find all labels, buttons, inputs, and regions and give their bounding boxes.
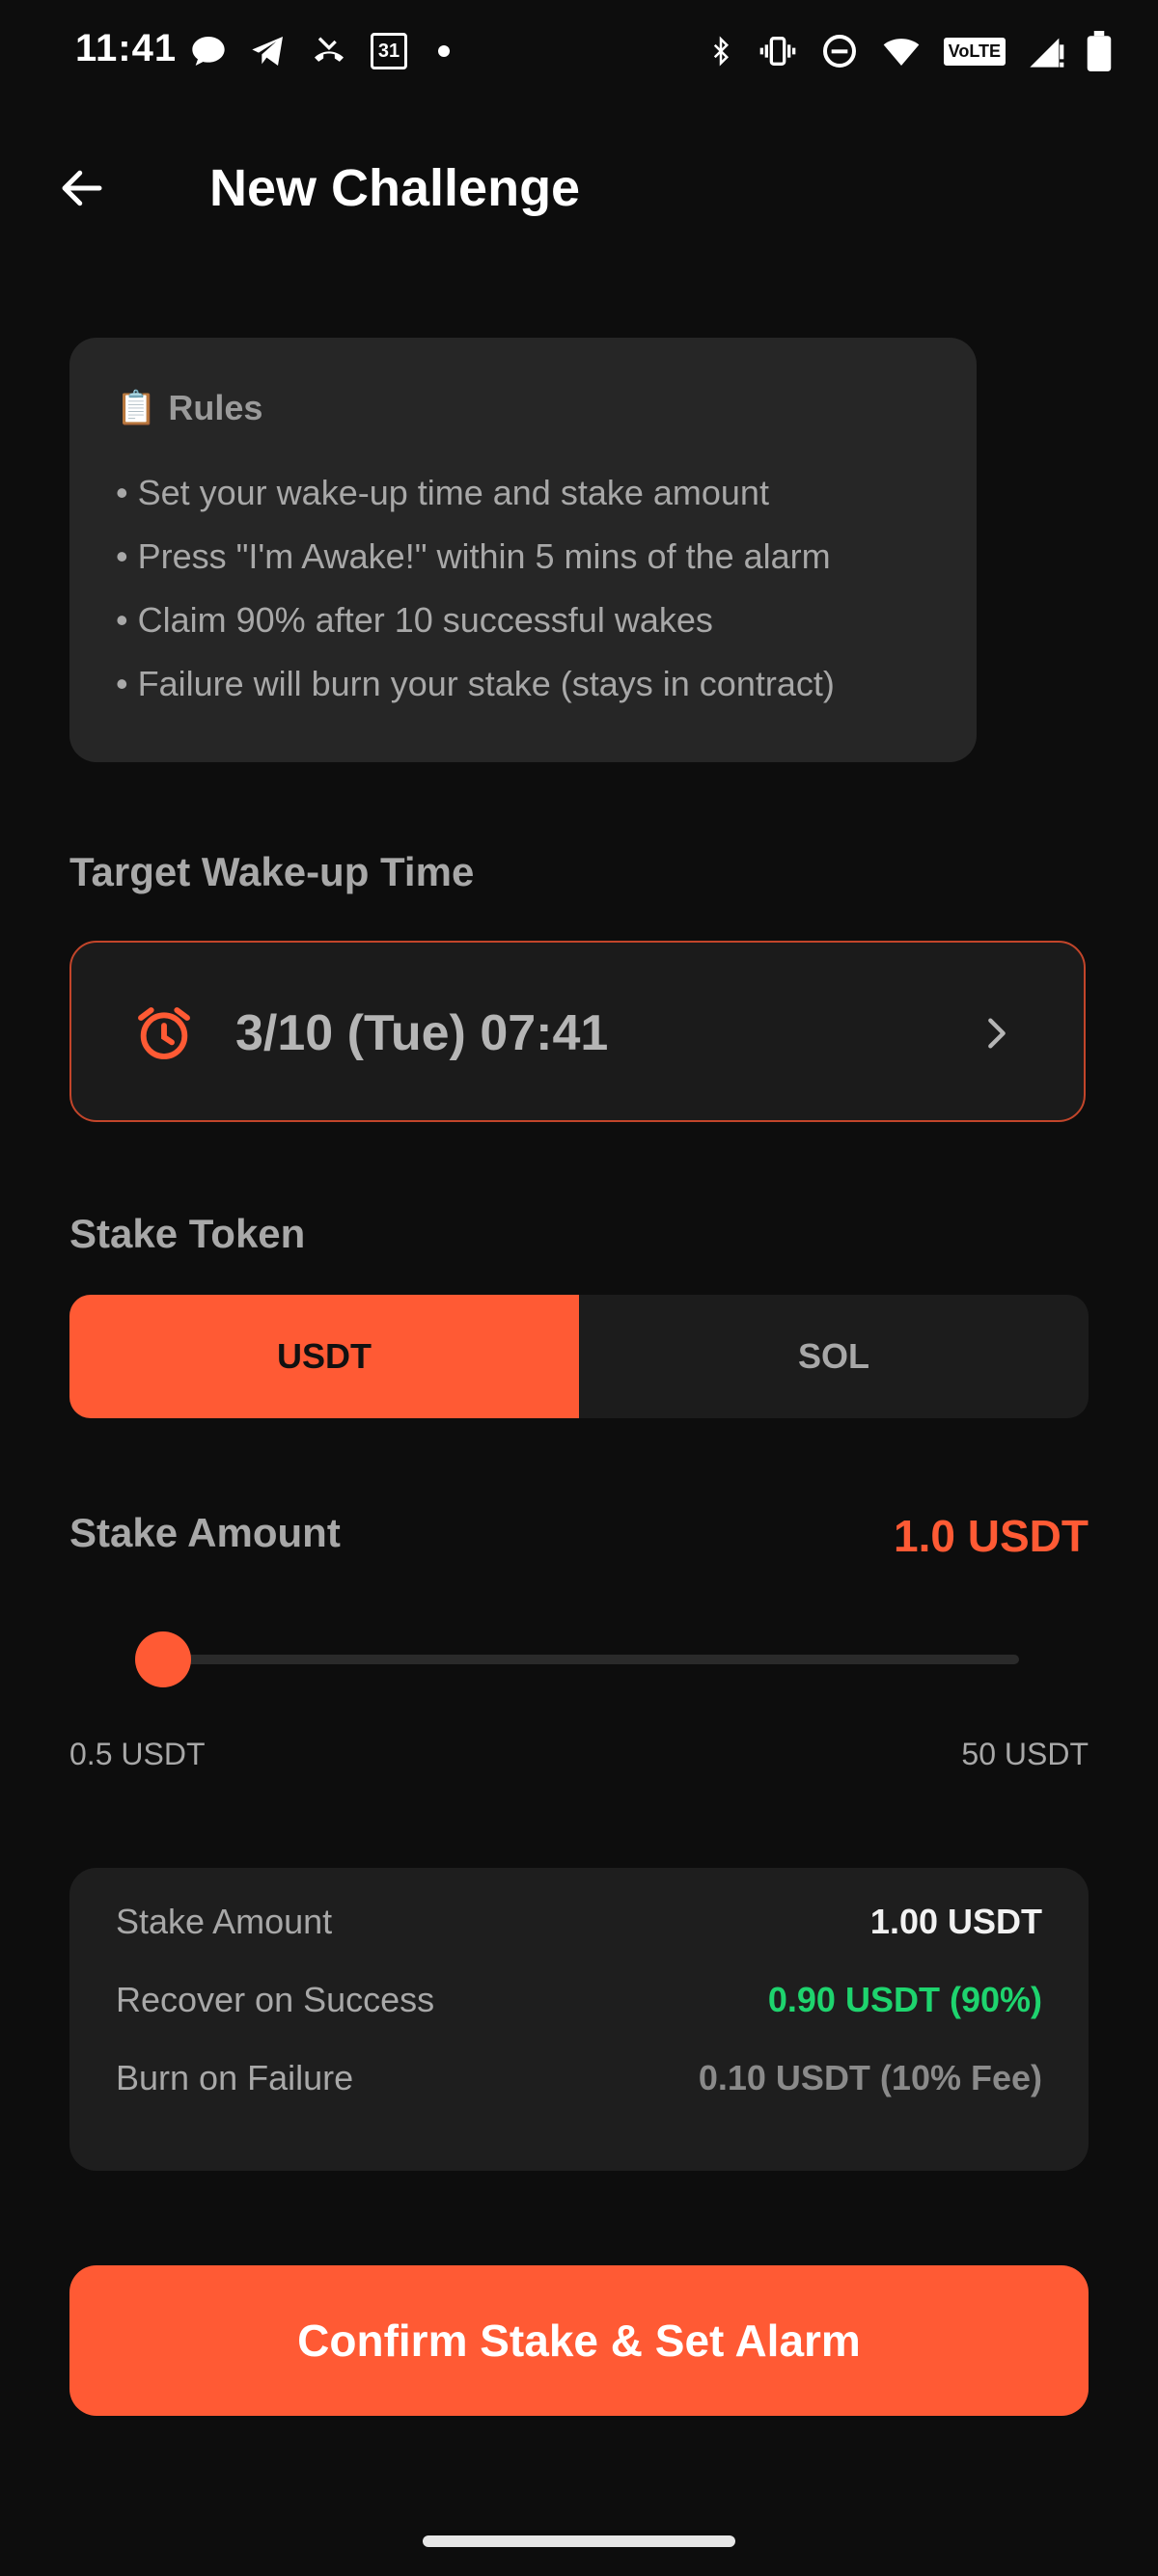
notification-icons: 31	[189, 27, 450, 75]
battery-icon	[1087, 31, 1112, 71]
telegram-icon	[252, 37, 283, 66]
stake-amount-slider-track[interactable]	[154, 1655, 1019, 1664]
status-time: 11:41	[75, 27, 178, 69]
wake-time-label: Target Wake-up Time	[69, 849, 475, 894]
status-bar: 11:41 31 VoLTE	[0, 0, 1158, 106]
chevron-right-icon	[988, 1018, 1006, 1049]
bluetooth-icon	[713, 36, 729, 67]
token-option-sol[interactable]: SOL	[579, 1295, 1089, 1418]
summary-value: 0.90 USDT (90%)	[767, 1980, 1042, 2019]
page-title: New Challenge	[209, 159, 581, 217]
summary-row-burn: Burn on Failure 0.10 USDT (10% Fee)	[116, 2049, 1042, 2107]
alarm-clock-icon	[138, 1007, 190, 1059]
dot-icon	[438, 45, 450, 57]
rules-list: • Set your wake-up time and stake amount…	[116, 461, 965, 716]
wake-time-value: 3/10 (Tue) 07:41	[235, 1005, 609, 1061]
stake-amount-slider-thumb[interactable]	[135, 1631, 192, 1687]
vibrate-icon	[759, 37, 796, 66]
signal-icon	[1030, 38, 1064, 68]
back-button[interactable]	[48, 154, 116, 222]
summary-value: 1.00 USDT	[869, 1902, 1042, 1941]
volte-icon: VoLTE	[943, 37, 1006, 66]
summary-row-stake: Stake Amount 1.00 USDT	[116, 1893, 1042, 1951]
missed-call-icon	[315, 37, 344, 62]
summary-label: Stake Amount	[116, 1902, 333, 1941]
clipboard-icon: 📋	[116, 390, 157, 426]
home-indicator[interactable]	[423, 2535, 735, 2547]
slider-max-label: 50 USDT	[961, 1737, 1089, 1771]
slider-min-label: 0.5 USDT	[69, 1737, 206, 1771]
token-option-usdt[interactable]: USDT	[69, 1295, 579, 1418]
stake-token-label: Stake Token	[69, 1211, 306, 1256]
dnd-icon	[822, 35, 856, 68]
rules-title: 📋 Rules	[116, 388, 262, 428]
system-icons: VoLTE	[706, 27, 1112, 75]
summary-label: Recover on Success	[116, 1980, 435, 2019]
rules-title-text: Rules	[168, 388, 263, 427]
summary-value: 0.10 USDT (10% Fee)	[698, 2058, 1042, 2097]
arrow-left-icon	[62, 170, 102, 206]
rule-item: • Claim 90% after 10 successful wakes	[116, 600, 713, 640]
summary-label: Burn on Failure	[116, 2058, 354, 2097]
chat-bubble-icon	[192, 37, 225, 66]
rules-card: 📋 Rules • Set your wake-up time and stak…	[69, 338, 977, 762]
stake-token-toggle: USDT SOL	[69, 1295, 1089, 1418]
calendar-icon: 31	[371, 33, 407, 69]
stake-amount-label: Stake Amount	[69, 1510, 341, 1555]
rule-item: • Failure will burn your stake (stays in…	[116, 664, 835, 703]
rule-item: • Press "I'm Awake!" within 5 mins of th…	[116, 536, 831, 576]
stake-summary-card: Stake Amount 1.00 USDT Recover on Succes…	[69, 1868, 1089, 2171]
rule-item: • Set your wake-up time and stake amount	[116, 473, 769, 512]
confirm-stake-button[interactable]: Confirm Stake & Set Alarm	[69, 2265, 1089, 2416]
wifi-icon	[883, 39, 920, 66]
stake-amount-value: 1.0 USDT	[894, 1511, 1089, 1561]
wake-time-picker[interactable]: 3/10 (Tue) 07:41	[69, 941, 1086, 1122]
summary-row-recover: Recover on Success 0.90 USDT (90%)	[116, 1971, 1042, 2029]
